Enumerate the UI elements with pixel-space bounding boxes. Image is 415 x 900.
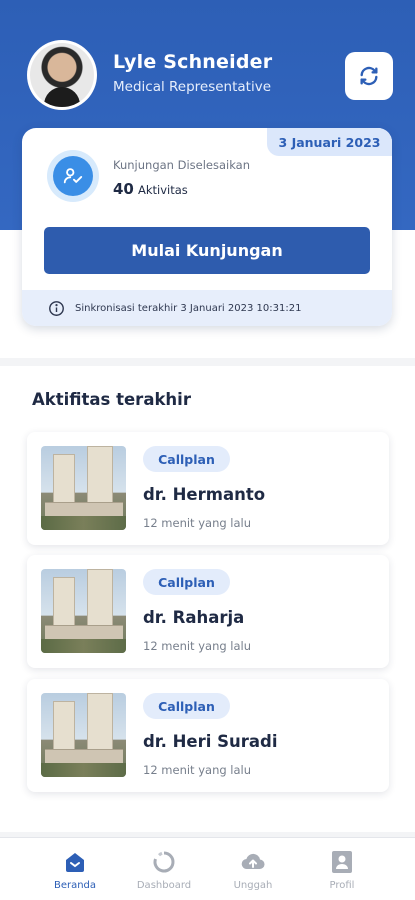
start-visit-button[interactable]: Mulai Kunjungan bbox=[44, 227, 370, 274]
nav-label: Profil bbox=[329, 880, 355, 891]
bottom-nav: Beranda Dashboard Unggah Profil bbox=[0, 837, 415, 900]
nav-item-unggah[interactable]: Unggah bbox=[213, 850, 293, 894]
info-icon bbox=[49, 300, 64, 316]
activity-time: 12 menit yang lalu bbox=[143, 516, 252, 530]
summary-card: 3 Januari 2023 Kunjungan Diselesaikan 40… bbox=[22, 128, 392, 326]
activity-card[interactable]: Callplan dr. Heri Suradi 12 menit yang l… bbox=[27, 679, 389, 792]
nav-item-profil[interactable]: Profil bbox=[302, 850, 382, 894]
avatar-photo bbox=[30, 43, 94, 107]
date-badge: 3 Januari 2023 bbox=[267, 128, 392, 156]
doctor-name: dr. Heri Suradi bbox=[143, 732, 278, 751]
user-role: Medical Representative bbox=[113, 79, 272, 95]
nav-label: Beranda bbox=[53, 880, 97, 891]
activity-card[interactable]: Callplan dr. Raharja 12 menit yang lalu bbox=[27, 555, 389, 668]
hospital-thumbnail bbox=[41, 569, 126, 653]
nav-label: Unggah bbox=[233, 880, 273, 891]
nav-item-beranda[interactable]: Beranda bbox=[35, 850, 115, 894]
activity-tag: Callplan bbox=[143, 446, 230, 472]
activity-tag: Callplan bbox=[143, 569, 230, 595]
nav-label: Dashboard bbox=[136, 880, 192, 891]
nav-item-dashboard[interactable]: Dashboard bbox=[124, 850, 204, 894]
dashboard-icon bbox=[153, 851, 175, 873]
home-icon bbox=[66, 853, 84, 872]
visit-check-icon bbox=[47, 150, 99, 202]
last-sync-text: Sinkronisasi terakhir 3 Januari 2023 10:… bbox=[75, 302, 302, 314]
activity-time: 12 menit yang lalu bbox=[143, 763, 252, 777]
user-name: Lyle Schneider bbox=[113, 51, 273, 73]
avatar[interactable] bbox=[27, 40, 97, 110]
cloud-upload-icon bbox=[241, 853, 265, 870]
visits-label: Kunjungan Diselesaikan bbox=[113, 158, 251, 172]
doctor-name: dr. Hermanto bbox=[143, 485, 266, 504]
refresh-icon bbox=[360, 66, 378, 86]
doctor-name: dr. Raharja bbox=[143, 608, 245, 627]
hospital-thumbnail bbox=[41, 446, 126, 530]
visits-count: 40 bbox=[113, 180, 134, 198]
activity-card[interactable]: Callplan dr. Hermanto 12 menit yang lalu bbox=[27, 432, 389, 545]
activity-time: 12 menit yang lalu bbox=[143, 639, 252, 653]
sync-status-bar: Sinkronisasi terakhir 3 Januari 2023 10:… bbox=[22, 290, 392, 326]
activity-tag: Callplan bbox=[143, 693, 230, 719]
hospital-thumbnail bbox=[41, 693, 126, 777]
sync-button[interactable] bbox=[345, 52, 393, 100]
section-title: Aktifitas terakhir bbox=[32, 390, 191, 409]
visits-unit: Aktivitas bbox=[138, 183, 188, 197]
profile-icon bbox=[332, 851, 352, 873]
